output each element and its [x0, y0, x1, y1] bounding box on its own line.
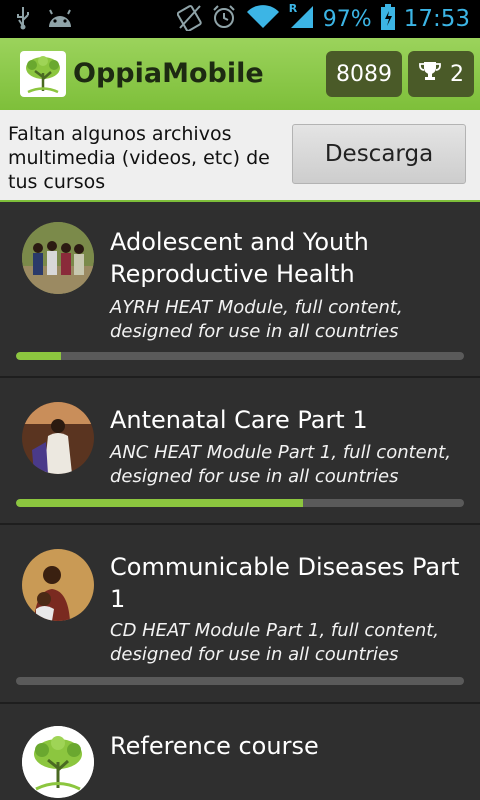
course-progress-fill	[16, 352, 61, 360]
course-item[interactable]: Reference course	[0, 704, 480, 800]
missing-media-banner: Faltan algunos archivos multimedia (vide…	[0, 110, 480, 202]
action-bar: OppiaMobile 8089 2	[0, 38, 480, 110]
android-icon	[46, 7, 74, 33]
course-thumbnail	[22, 402, 94, 474]
course-progress-bar	[16, 352, 464, 360]
course-thumbnail	[22, 549, 94, 621]
course-title: Adolescent and Youth Reproductive Health	[110, 228, 369, 288]
alarm-icon	[211, 4, 237, 34]
course-thumbnail	[22, 726, 94, 798]
signal-icon: R	[288, 2, 315, 34]
app-title: OppiaMobile	[73, 58, 264, 89]
course-item[interactable]: Adolescent and Youth Reproductive Health…	[0, 204, 480, 378]
course-title: Communicable Diseases Part 1	[110, 553, 460, 613]
roaming-indicator: R	[288, 2, 298, 15]
course-item[interactable]: Communicable Diseases Part 1 CD HEAT Mod…	[0, 525, 480, 704]
usb-icon	[14, 6, 32, 34]
battery-percent: 97%	[322, 6, 372, 32]
battery-icon	[380, 3, 396, 35]
oppia-tree-logo-icon[interactable]	[20, 51, 66, 97]
course-progress-bar	[16, 499, 464, 507]
course-description: CD HEAT Module Part 1, full content, des…	[110, 620, 440, 665]
course-thumbnail	[22, 222, 94, 294]
course-description: AYRH HEAT Module, full content, designed…	[110, 297, 403, 342]
wifi-icon	[245, 4, 281, 34]
status-bar: R 97% 17:53	[0, 0, 480, 38]
points-button[interactable]: 8089	[326, 51, 402, 97]
badges-value: 2	[450, 61, 464, 87]
download-button[interactable]: Descarga	[292, 124, 466, 184]
no-sim-icon	[176, 3, 203, 35]
points-value: 8089	[336, 61, 392, 87]
course-progress-bar	[16, 677, 464, 685]
course-title: Antenatal Care Part 1	[110, 406, 368, 434]
badges-button[interactable]: 2	[408, 51, 474, 97]
course-title: Reference course	[110, 732, 319, 760]
course-description: ANC HEAT Module Part 1, full content, de…	[110, 442, 451, 487]
clock: 17:53	[403, 6, 470, 32]
trophy-icon	[418, 59, 442, 89]
course-item[interactable]: Antenatal Care Part 1 ANC HEAT Module Pa…	[0, 378, 480, 525]
course-progress-fill	[16, 499, 303, 507]
missing-media-message: Faltan algunos archivos multimedia (vide…	[8, 123, 270, 193]
